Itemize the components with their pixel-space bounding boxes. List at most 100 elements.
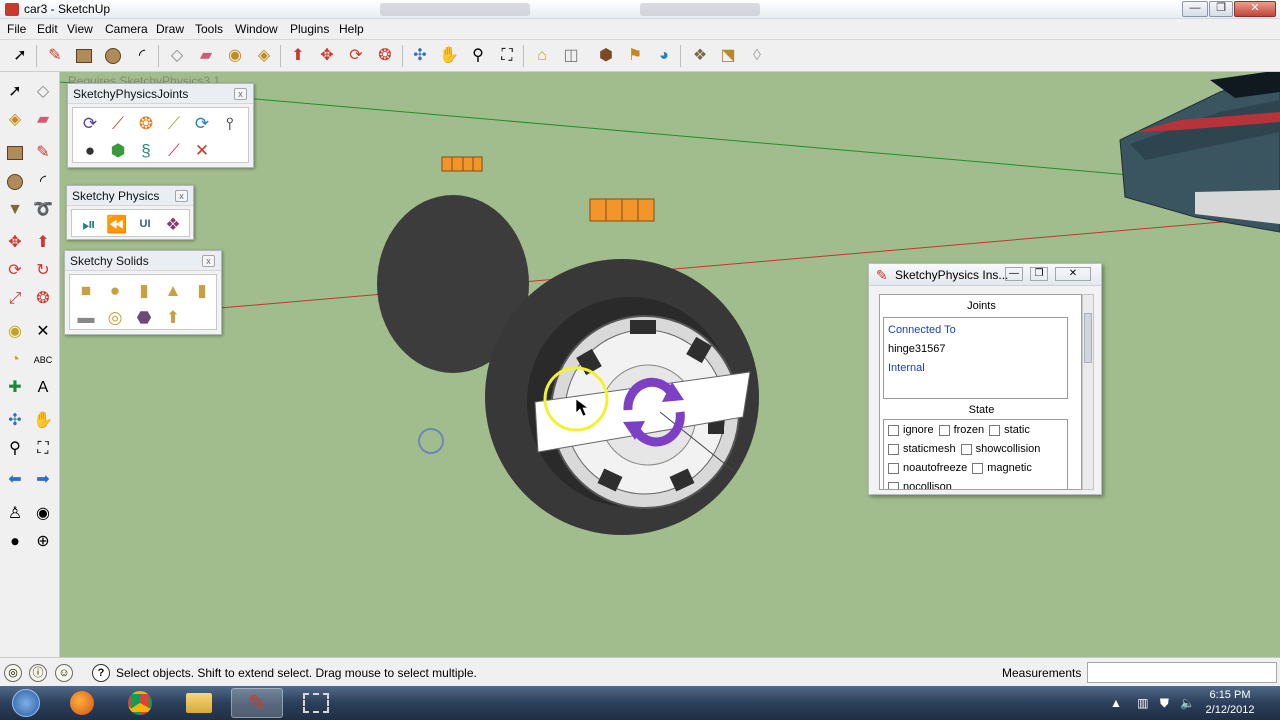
section-icon[interactable]: ⬔ [716, 44, 740, 68]
corkscrew-joint-icon[interactable]: § [133, 137, 159, 163]
offset-icon[interactable]: ❂ [373, 44, 397, 68]
user-icon[interactable]: ☺ [55, 664, 73, 682]
place-model-icon[interactable]: ⚑ [623, 44, 647, 68]
menu-file[interactable]: File [7, 22, 26, 36]
universal-joint-icon[interactable]: ⬢ [105, 137, 131, 163]
menu-edit[interactable]: Edit [37, 22, 58, 36]
explorer-taskbar-icon[interactable] [173, 688, 225, 718]
offset-icon[interactable]: ❂ [31, 287, 55, 311]
hinge-joint-icon[interactable]: ⟳ [77, 110, 103, 136]
inspector-minimize-button[interactable]: — [1005, 267, 1023, 281]
chamfer-solid-icon[interactable]: ⬣ [131, 304, 157, 330]
push-pull-icon[interactable]: ⬆ [286, 44, 310, 68]
fixed-joint-icon[interactable]: ✕ [189, 137, 215, 163]
security-icon[interactable]: ⛊ [1160, 696, 1169, 710]
select-icon[interactable]: ➚ [3, 80, 27, 104]
zoom-icon[interactable]: ⚲ [3, 437, 27, 461]
freehand-icon[interactable]: ➰ [31, 198, 55, 222]
get-components-icon[interactable]: ⬢ [594, 44, 618, 68]
look-around-icon[interactable]: ◉ [31, 502, 55, 526]
plane-solid-icon[interactable]: ▬ [73, 304, 99, 330]
inspector-close-button[interactable]: ✕ [1055, 267, 1091, 281]
cone-solid-icon[interactable]: ▲ [160, 277, 186, 303]
joints-palette-close-button[interactable]: x [234, 88, 247, 100]
zoom-extents-icon[interactable]: ⛶ [495, 44, 519, 68]
paint-icon[interactable]: ◈ [3, 108, 27, 132]
capture-taskbar-icon[interactable] [290, 688, 342, 718]
move-icon[interactable]: ✥ [315, 44, 339, 68]
capsule-solid-icon[interactable]: ▮ [189, 277, 215, 303]
previous-icon[interactable]: ⬅ [3, 468, 27, 492]
rotate-icon[interactable]: ⟳ [3, 259, 27, 283]
pan-icon[interactable]: ✋ [31, 409, 55, 433]
dimension-icon[interactable]: ✕ [31, 320, 55, 344]
sketchup-taskbar-icon[interactable]: ✎ [231, 688, 283, 718]
cylinder-solid-icon[interactable]: ▮ [131, 277, 157, 303]
physics-palette-close-button[interactable]: x [175, 190, 188, 202]
3d-text-icon[interactable]: A [31, 376, 55, 400]
checkbox-frozen[interactable]: frozen [938, 424, 984, 436]
measurements-input[interactable] [1087, 662, 1277, 683]
checkbox-magnetic[interactable]: magnetic [972, 462, 1032, 474]
inspector-icon[interactable]: ❖ [160, 211, 186, 237]
component-icon[interactable]: ◇ [31, 80, 55, 104]
menu-tools[interactable]: Tools [195, 22, 223, 36]
emitter-solid-icon[interactable]: ⬆ [160, 304, 186, 330]
network-icon[interactable]: ▥ [1137, 696, 1148, 710]
move-icon[interactable]: ✥ [3, 231, 27, 255]
line-icon[interactable]: ✎ [43, 44, 67, 68]
inspector-maximize-button[interactable]: ❐ [1030, 267, 1048, 281]
ui-icon[interactable]: UI [132, 211, 158, 237]
checkbox-static[interactable]: static [989, 424, 1030, 436]
walk-icon[interactable]: ⦁ [3, 530, 27, 554]
section-plane-icon[interactable]: ⊕ [31, 530, 55, 554]
polygon-icon[interactable]: ▼ [3, 198, 27, 222]
ball-joint-icon[interactable]: ● [77, 137, 103, 163]
checkbox-ignore[interactable]: ignore [888, 424, 934, 436]
arc-icon[interactable]: ◜ [130, 44, 154, 68]
minimize-button[interactable]: — [1182, 1, 1208, 17]
google-earth-icon[interactable]: ◕ [652, 44, 676, 68]
scale-icon[interactable]: ⤢ [3, 287, 27, 311]
checkbox-showcollision[interactable]: showcollision [960, 443, 1040, 455]
motor-joint-icon[interactable]: ⟳ [189, 110, 215, 136]
slider-joint-icon[interactable]: ⟋ [105, 110, 131, 136]
warehouse-icon[interactable]: ⌂ [530, 44, 554, 68]
paint-bucket-icon[interactable]: ◈ [252, 44, 276, 68]
inspector-scrollbar[interactable] [1082, 294, 1094, 490]
checkbox-nocollison[interactable]: nocollison [888, 481, 952, 489]
magnet-joint-icon[interactable]: ⟋ [161, 137, 187, 163]
orbit-icon[interactable]: ✣ [408, 44, 432, 68]
taskbar-clock[interactable]: 6:15 PM 2/12/2012 [1190, 688, 1270, 718]
piston-joint-icon[interactable]: ⟋ [161, 110, 187, 136]
torus-solid-icon[interactable]: ◎ [102, 304, 128, 330]
checkbox-noautofreeze[interactable]: noautofreeze [888, 462, 967, 474]
menu-help[interactable]: Help [339, 22, 364, 36]
show-hidden-icons[interactable]: ▲ [1110, 696, 1122, 710]
layers-icon[interactable]: ❖ [688, 44, 712, 68]
sphere-solid-icon[interactable]: ● [102, 277, 128, 303]
help-icon[interactable]: ? [92, 664, 110, 682]
zoom-window-icon[interactable]: ⛶ [31, 437, 55, 461]
text-icon[interactable]: ABC [31, 348, 55, 372]
eraser-icon[interactable]: ▰ [194, 44, 218, 68]
spring-joint-icon[interactable]: ⫯ [217, 110, 243, 136]
position-camera-icon[interactable]: ♙ [3, 502, 27, 526]
maximize-button[interactable]: ❐ [1209, 1, 1233, 17]
orbit-icon[interactable]: ✣ [3, 409, 27, 433]
tape-icon[interactable]: ◉ [3, 320, 27, 344]
play-icon[interactable]: ⏯ [76, 211, 102, 237]
box-solid-icon[interactable]: ■ [73, 277, 99, 303]
menu-camera[interactable]: Camera [105, 22, 148, 36]
rectangle-icon[interactable] [72, 44, 96, 68]
scrollbar-thumb[interactable] [1084, 313, 1092, 363]
select-icon[interactable]: ➚ [8, 44, 32, 68]
firefox-taskbar-icon[interactable] [56, 688, 108, 718]
axes-icon[interactable]: ✚ [3, 376, 27, 400]
eraser-icon[interactable]: ▰ [31, 108, 55, 132]
rewind-icon[interactable]: ⏪ [104, 211, 130, 237]
follow-me-icon[interactable]: ↻ [31, 259, 55, 283]
circle-icon[interactable] [3, 170, 27, 194]
chrome-taskbar-icon[interactable] [114, 688, 166, 718]
solids-palette-close-button[interactable]: x [202, 255, 215, 267]
